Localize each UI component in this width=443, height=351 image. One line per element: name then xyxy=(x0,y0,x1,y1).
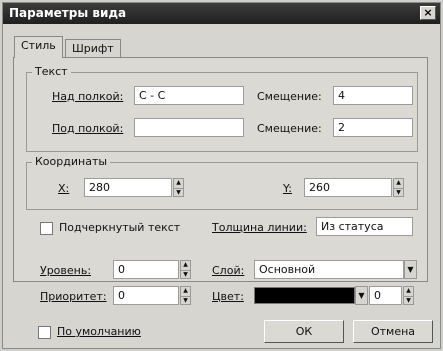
level-spinner[interactable]: ▲ ▼ xyxy=(180,260,191,279)
x-spinner[interactable]: ▲ ▼ xyxy=(173,178,184,197)
priority-input[interactable]: 0 xyxy=(113,286,179,305)
spin-down-icon[interactable]: ▼ xyxy=(174,187,183,197)
priority-label: Приоритет: xyxy=(40,290,107,303)
above-shelf-label: Над полкой: xyxy=(52,90,124,103)
color-spinner[interactable]: ▲ ▼ xyxy=(403,286,414,305)
underlined-text-checkbox[interactable] xyxy=(40,222,53,235)
priority-spinner[interactable]: ▲ ▼ xyxy=(180,286,191,305)
tab-style[interactable]: Стиль xyxy=(14,36,63,58)
x-input[interactable]: 280 xyxy=(84,178,172,197)
title-bar: Параметры вида × xyxy=(3,3,440,24)
window-title: Параметры вида xyxy=(9,6,127,20)
tab-font-label: Шрифт xyxy=(72,42,114,55)
spin-up-icon[interactable]: ▲ xyxy=(394,179,403,188)
ok-button[interactable]: ОК xyxy=(264,320,344,343)
spin-down-icon[interactable]: ▼ xyxy=(181,269,190,279)
level-input[interactable]: 0 xyxy=(113,260,179,279)
spin-down-icon[interactable]: ▼ xyxy=(404,295,413,305)
y-label: Y: xyxy=(283,182,292,195)
y-spinner[interactable]: ▲ ▼ xyxy=(393,178,404,197)
color-index-input[interactable]: 0 xyxy=(369,286,402,305)
spin-down-icon[interactable]: ▼ xyxy=(181,295,190,305)
line-width-label: Толщина линии: xyxy=(212,221,307,234)
text-group: Текст xyxy=(26,65,418,152)
chevron-down-icon[interactable]: ▼ xyxy=(355,286,368,305)
offset-input-2[interactable]: 2 xyxy=(333,118,413,137)
offset-label-2: Смещение: xyxy=(257,122,322,135)
spin-up-icon[interactable]: ▲ xyxy=(181,261,190,270)
coords-group-legend: Координаты xyxy=(32,155,111,168)
layer-label: Слой: xyxy=(212,264,245,277)
above-shelf-input[interactable]: С - С xyxy=(134,86,244,105)
spin-down-icon[interactable]: ▼ xyxy=(394,187,403,197)
spin-up-icon[interactable]: ▲ xyxy=(181,287,190,296)
default-checkbox[interactable] xyxy=(38,326,51,339)
tab-style-label: Стиль xyxy=(21,39,56,52)
text-group-legend: Текст xyxy=(32,65,71,78)
color-swatch[interactable] xyxy=(254,287,355,304)
close-icon[interactable]: × xyxy=(420,6,436,20)
below-shelf-label: Под полкой: xyxy=(52,122,124,135)
cancel-button[interactable]: Отмена xyxy=(353,320,433,343)
level-label: Уровень: xyxy=(40,264,92,277)
layer-select[interactable]: Основной xyxy=(254,260,404,279)
spin-up-icon[interactable]: ▲ xyxy=(174,179,183,188)
line-width-input[interactable]: Из статуса xyxy=(316,217,413,236)
color-label: Цвет: xyxy=(212,290,244,303)
spin-up-icon[interactable]: ▲ xyxy=(404,287,413,296)
below-shelf-input[interactable] xyxy=(134,118,244,137)
default-label: По умолчанию xyxy=(57,325,141,338)
x-label: X: xyxy=(58,182,70,195)
underlined-text-label: Подчеркнутый текст xyxy=(59,221,181,234)
offset-label-1: Смещение: xyxy=(257,90,322,103)
chevron-down-icon[interactable]: ▼ xyxy=(404,260,417,279)
offset-input-1[interactable]: 4 xyxy=(333,86,413,105)
y-input[interactable]: 260 xyxy=(304,178,392,197)
tab-font[interactable]: Шрифт xyxy=(65,39,121,58)
